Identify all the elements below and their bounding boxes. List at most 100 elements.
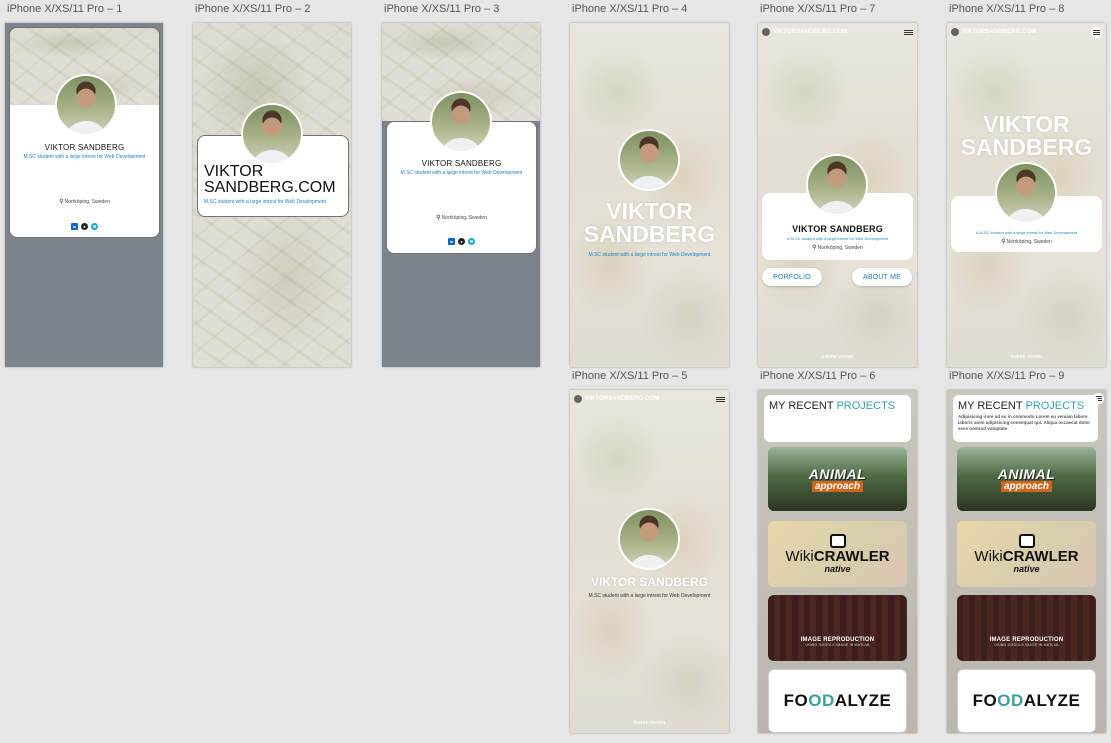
- food-part-b: OD: [997, 691, 1024, 710]
- project-tile-wikicrawler[interactable]: WikiCRAWLER native: [768, 521, 907, 587]
- avatar: [618, 129, 680, 191]
- artboard-label[interactable]: iPhone X/XS/11 Pro – 2: [195, 3, 310, 15]
- hero-name: VIKTOR SANDBERG: [590, 575, 709, 589]
- project-tile-animal-approach[interactable]: ANIMAL approach: [957, 447, 1096, 511]
- artboard-7[interactable]: iPhone X/XS/11 Pro – 7 VIKTORSANDBERG.CO…: [758, 3, 917, 367]
- screen: VIKTORSANDBERG.COM VIKTOR SANDBERG M.SC …: [570, 390, 729, 733]
- profile-card: VIKTOR SANDBERG M.SC student with a larg…: [9, 27, 160, 238]
- site-name[interactable]: VIKTORSANDBERG.COM: [962, 29, 1036, 35]
- profile-name: VIKTOR SANDBERG: [421, 159, 502, 168]
- menu-icon[interactable]: [1091, 26, 1102, 38]
- profile-name: VIKTOR SANDBERG: [44, 143, 125, 152]
- site-name[interactable]: VIKTORSANDBERG.COM: [585, 396, 659, 402]
- food-part-c: ALYZE: [834, 691, 892, 710]
- profile-location: ⚲Norrköping, Sweden: [10, 198, 159, 205]
- portfolio-button[interactable]: PORFOLIO: [762, 268, 822, 286]
- tile-subtitle: approach: [1000, 480, 1052, 492]
- github-icon[interactable]: ●: [81, 223, 88, 230]
- artboard-2[interactable]: iPhone X/XS/11 Pro – 2 VIKTOR SANDBERG.C…: [193, 3, 351, 367]
- mail-icon[interactable]: ✉: [468, 238, 475, 245]
- top-nav: VIKTORSANDBERG.COM: [947, 23, 1106, 41]
- artboard-label[interactable]: iPhone X/XS/11 Pro – 1: [7, 3, 122, 15]
- artboard-label[interactable]: iPhone X/XS/11 Pro – 6: [760, 370, 875, 382]
- swipe-hint: SWIPE DOWN: [1010, 354, 1043, 359]
- domain-line-2: SANDBERG.COM: [204, 179, 336, 196]
- artboard-9[interactable]: iPhone X/XS/11 Pro – 9 MY RECENT PROJECT…: [947, 370, 1106, 733]
- artboard-8[interactable]: iPhone X/XS/11 Pro – 8 VIKTORSANDBERG.CO…: [947, 3, 1106, 367]
- tile-title: FOODALYZE: [784, 691, 892, 711]
- linkedin-icon[interactable]: in: [71, 223, 78, 230]
- tile-subtitle: USING GOOGLE IMAGE IN MATLAB: [994, 643, 1059, 647]
- location-text: Norrköping, Sweden: [817, 245, 863, 251]
- top-nav: VIKTORSANDBERG.COM: [570, 390, 729, 408]
- tile-title: WikiCRAWLER: [974, 549, 1078, 564]
- avatar: [55, 74, 117, 136]
- avatar: [618, 508, 680, 570]
- location-text: Norrköping, Sweden: [64, 199, 110, 205]
- food-part-c: ALYZE: [1023, 691, 1081, 710]
- wiki-prefix: Wiki: [785, 548, 814, 565]
- github-icon[interactable]: ●: [458, 238, 465, 245]
- tile-subtitle: approach: [811, 480, 863, 492]
- profile-tagline: M.SC student with a large intrest for We…: [588, 252, 711, 258]
- about-me-button[interactable]: ABOUT ME: [852, 268, 912, 286]
- avatar: [995, 162, 1057, 224]
- menu-icon[interactable]: [716, 395, 725, 404]
- project-tile-foodalyze[interactable]: FOODALYZE: [768, 669, 907, 733]
- tile-subtitle: native: [824, 564, 851, 574]
- profile-tagline: M.SC student with a large intrest for We…: [204, 199, 326, 205]
- artboard-label[interactable]: iPhone X/XS/11 Pro – 3: [384, 3, 499, 15]
- artboard-label[interactable]: iPhone X/XS/11 Pro – 9: [949, 370, 1064, 382]
- profile-tagline: M.SC student with a large intrest for We…: [23, 154, 146, 160]
- mail-icon[interactable]: ✉: [91, 223, 98, 230]
- domain-title: VIKTOR SANDBERG.COM: [204, 164, 336, 196]
- wiki-bubble-icon: [1018, 534, 1035, 548]
- logo-icon[interactable]: [574, 395, 582, 403]
- food-part-a: FO: [972, 691, 998, 710]
- logo-icon[interactable]: [762, 28, 770, 36]
- screen: VIKTORSANDBERG.COM VIKTOR SANDBERG A M.S…: [758, 23, 917, 367]
- project-tile-image-reproduction[interactable]: IMAGE REPRODUCTION USING GOOGLE IMAGE IN…: [957, 595, 1096, 661]
- project-tile-wikicrawler[interactable]: WikiCRAWLER native: [957, 521, 1096, 587]
- artboard-label[interactable]: iPhone X/XS/11 Pro – 8: [949, 3, 1064, 15]
- project-tile-foodalyze[interactable]: FOODALYZE: [957, 669, 1096, 733]
- project-tile-animal-approach[interactable]: ANIMAL approach: [768, 447, 907, 511]
- artboard-4[interactable]: iPhone X/XS/11 Pro – 4 VIKTOR SANDBERG M…: [570, 3, 729, 367]
- hero-last-name: SANDBERG: [583, 221, 716, 247]
- artboard-5[interactable]: iPhone X/XS/11 Pro – 5 VIKTORSANDBERG.CO…: [570, 370, 729, 733]
- heading-accent: PROJECTS: [836, 400, 896, 412]
- avatar: [806, 154, 868, 216]
- artboard-6[interactable]: iPhone X/XS/11 Pro – 6 MY RECENT PROJECT…: [758, 370, 917, 733]
- location-text: Norrköping, Sweden: [1006, 239, 1052, 245]
- hero-first-name: VIKTOR: [983, 111, 1070, 137]
- hero-last-name: SANDBERG: [960, 134, 1093, 160]
- hero-title: VIKTOR SANDBERG: [947, 113, 1106, 159]
- site-name[interactable]: VIKTORSANDBERG.COM: [773, 29, 847, 35]
- artboard-label[interactable]: iPhone X/XS/11 Pro – 7: [760, 3, 875, 15]
- tile-title: ANIMAL: [997, 465, 1056, 482]
- heading-prefix: MY RECENT: [958, 400, 1026, 412]
- food-part-b: OD: [808, 691, 835, 710]
- artboard-1[interactable]: iPhone X/XS/11 Pro – 1 VIKTOR SANDBERG M…: [5, 3, 163, 367]
- artboard-3[interactable]: iPhone X/XS/11 Pro – 3 VIKTOR SANDBERG M…: [382, 3, 540, 367]
- projects-heading: MY RECENT PROJECTS: [953, 395, 1098, 412]
- food-part-a: FO: [783, 691, 809, 710]
- profile-tagline: M.SC student with a large intrest for We…: [588, 593, 711, 599]
- linkedin-icon[interactable]: in: [448, 238, 455, 245]
- profile-location: ⚲Norrköping, Sweden: [387, 214, 536, 221]
- project-tile-image-reproduction[interactable]: IMAGE REPRODUCTION USING GOOGLE IMAGE IN…: [768, 595, 907, 661]
- wiki-bold: CRAWLER: [1002, 548, 1079, 565]
- artboard-label[interactable]: iPhone X/XS/11 Pro – 5: [572, 370, 687, 382]
- tile-title: FOODALYZE: [973, 691, 1081, 711]
- screen: VIKTOR SANDBERG M.SC student with a larg…: [570, 23, 729, 367]
- location-pin-icon: ⚲: [1001, 239, 1006, 245]
- profile-location: ⚲Norrköping, Sweden: [951, 238, 1102, 245]
- location-pin-icon: ⚲: [812, 245, 817, 251]
- logo-icon[interactable]: [951, 28, 959, 36]
- screen: VIKTOR SANDBERG M.SC student with a larg…: [5, 23, 163, 367]
- menu-icon[interactable]: [904, 28, 913, 37]
- projects-heading: MY RECENT PROJECTS: [764, 395, 911, 412]
- projects-header: MY RECENT PROJECTS: [764, 395, 911, 442]
- tile-title: ANIMAL: [808, 465, 867, 482]
- artboard-label[interactable]: iPhone X/XS/11 Pro – 4: [572, 3, 687, 15]
